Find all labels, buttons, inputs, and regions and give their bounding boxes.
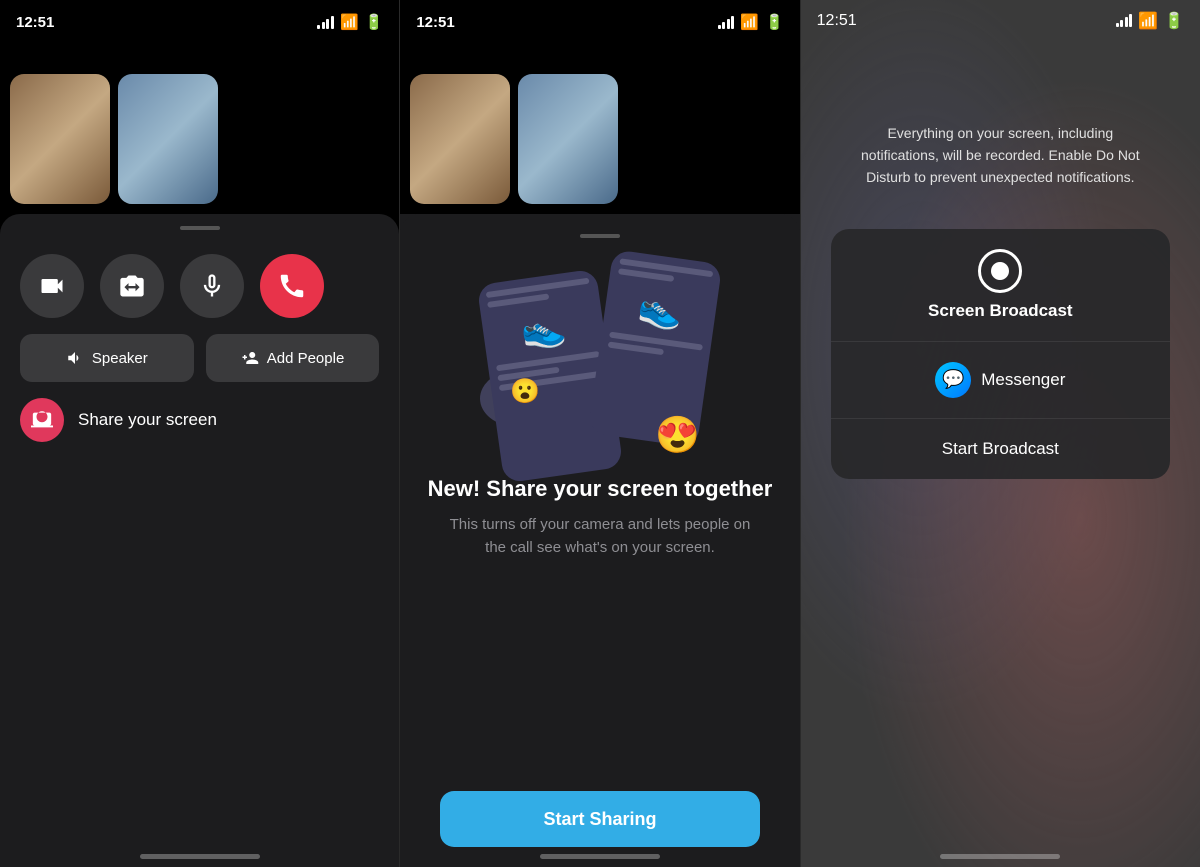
emoji-face: 😍 xyxy=(655,414,700,456)
share-content: 👟 👟 😍 😮 New! Share your screen t xyxy=(400,214,799,867)
broadcast-card: Screen Broadcast 💬 Messenger Start Broad… xyxy=(831,229,1170,479)
flip-camera-icon xyxy=(118,272,146,300)
call-controls xyxy=(20,254,379,318)
add-people-label: Add People xyxy=(267,350,345,367)
sheet-handle xyxy=(180,226,220,230)
time-2: 12:51 xyxy=(416,14,454,31)
call-sheet: Speaker Add People Share your screen xyxy=(0,214,399,867)
broadcast-overlay: Everything on your screen, including not… xyxy=(801,42,1200,867)
emoji-shirt: 😮 xyxy=(510,377,540,406)
record-icon xyxy=(978,249,1022,293)
share-screen-label: Share your screen xyxy=(78,410,217,430)
wifi-icon-1: 📶 xyxy=(340,13,359,31)
record-dot xyxy=(991,262,1009,280)
shoe-emoji-2: 👟 xyxy=(611,282,710,337)
status-bar-1: 12:51 📶 🔋 xyxy=(0,0,399,44)
microphone-icon xyxy=(198,272,226,300)
screen-broadcast-option[interactable]: Screen Broadcast xyxy=(831,229,1170,342)
speaker-icon xyxy=(66,349,84,367)
call-actions: Speaker Add People xyxy=(20,334,379,382)
share-screen-row[interactable]: Share your screen xyxy=(20,398,379,442)
home-indicator-1 xyxy=(140,854,260,859)
speaker-label: Speaker xyxy=(92,350,148,367)
signal-icon-3 xyxy=(1116,14,1133,27)
messenger-option-inner: 💬 Messenger xyxy=(935,362,1065,398)
add-people-button[interactable]: Add People xyxy=(206,334,380,382)
share-illustration: 👟 👟 😍 😮 xyxy=(480,256,720,456)
end-call-button[interactable] xyxy=(260,254,324,318)
status-bar-3: 12:51 📶 🔋 xyxy=(801,0,1200,42)
start-broadcast-label: Start Broadcast xyxy=(942,439,1059,459)
start-broadcast-option[interactable]: Start Broadcast xyxy=(831,419,1170,479)
signal-icon-1 xyxy=(317,16,334,29)
battery-icon-2: 🔋 xyxy=(765,13,784,31)
panel-broadcast: 12:51 📶 🔋 Everything on your screen, inc… xyxy=(801,0,1200,867)
battery-icon-3: 🔋 xyxy=(1164,11,1184,31)
status-left-2: 12:51 xyxy=(416,14,454,31)
video-icon xyxy=(38,272,66,300)
status-right-3: 📶 🔋 xyxy=(1116,11,1184,31)
status-right-1: 📶 🔋 xyxy=(317,13,383,31)
add-people-icon xyxy=(241,349,259,367)
mute-button[interactable] xyxy=(180,254,244,318)
video-thumb-3 xyxy=(410,74,510,204)
wifi-icon-3: 📶 xyxy=(1138,11,1158,31)
status-right-2: 📶 🔋 xyxy=(718,13,784,31)
home-indicator-2 xyxy=(540,854,660,859)
signal-icon-2 xyxy=(718,16,735,29)
video-thumbnails-1 xyxy=(0,44,399,214)
messenger-icon: 💬 xyxy=(935,362,971,398)
shoe-emoji-1: 👟 xyxy=(489,301,598,357)
status-bar-2: 12:51 📶 🔋 xyxy=(400,0,799,44)
video-thumbnails-2 xyxy=(400,44,799,214)
sheet-handle-2 xyxy=(580,234,620,238)
speaker-button[interactable]: Speaker xyxy=(20,334,194,382)
time-1: 12:51 xyxy=(16,14,54,31)
wifi-icon-2: 📶 xyxy=(740,13,759,31)
video-thumb-2 xyxy=(118,74,218,204)
video-toggle-button[interactable] xyxy=(20,254,84,318)
screen-broadcast-label: Screen Broadcast xyxy=(928,301,1073,321)
panel-facetime: 12:51 📶 🔋 xyxy=(0,0,399,867)
end-call-icon xyxy=(277,271,307,301)
messenger-label: Messenger xyxy=(981,370,1065,390)
flip-camera-button[interactable] xyxy=(100,254,164,318)
time-3: 12:51 xyxy=(817,12,857,30)
battery-icon-1: 🔋 xyxy=(365,13,384,31)
share-title: New! Share your screen together xyxy=(428,476,773,502)
status-left-1: 12:51 xyxy=(16,14,54,31)
start-sharing-button[interactable]: Start Sharing xyxy=(440,791,759,847)
panel-share: 12:51 📶 🔋 xyxy=(400,0,799,867)
share-screen-icon xyxy=(31,409,53,431)
video-thumb-4 xyxy=(518,74,618,204)
share-description: This turns off your camera and lets peop… xyxy=(420,514,779,559)
video-thumb-1 xyxy=(10,74,110,204)
messenger-option[interactable]: 💬 Messenger xyxy=(831,342,1170,419)
broadcast-notice: Everything on your screen, including not… xyxy=(860,122,1140,189)
share-screen-icon-circle xyxy=(20,398,64,442)
